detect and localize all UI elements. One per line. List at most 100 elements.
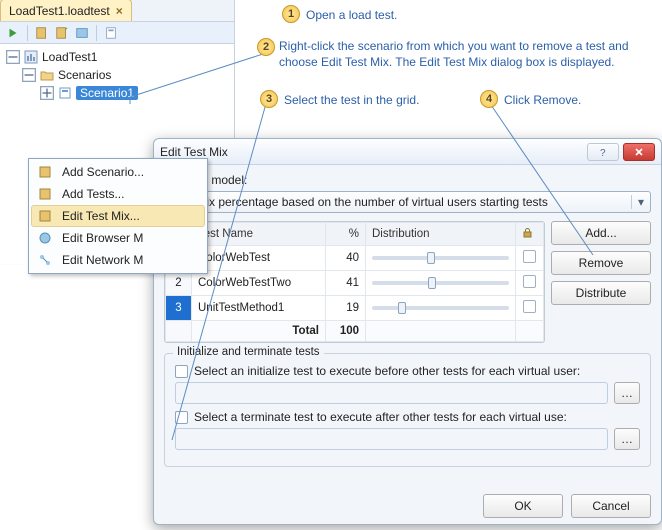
row-lock[interactable] bbox=[516, 246, 544, 271]
loadtest-icon bbox=[24, 50, 38, 64]
close-tab-icon[interactable]: × bbox=[116, 4, 123, 18]
combo-value: Test mix percentage based on the number … bbox=[171, 195, 548, 209]
tests-icon bbox=[36, 187, 54, 201]
group-title: Initialize and terminate tests bbox=[173, 346, 324, 358]
help-button[interactable]: ? bbox=[587, 143, 619, 161]
scenario-icon bbox=[58, 86, 72, 100]
row-test-name[interactable]: ColorWebTest bbox=[192, 246, 326, 271]
test-mix-grid[interactable]: Test Name % Distribution 1ColorWebTest40… bbox=[164, 221, 545, 343]
add-button[interactable]: Add... bbox=[551, 221, 651, 245]
counter-sets-icon[interactable] bbox=[33, 24, 51, 42]
chevron-down-icon: ▾ bbox=[631, 195, 644, 209]
menu-edit-browser-mix[interactable]: Edit Browser M bbox=[31, 227, 205, 249]
annotation-text-4: Click Remove. bbox=[504, 92, 581, 108]
test-mix-model-combo[interactable]: Test mix percentage based on the number … bbox=[164, 191, 651, 213]
menu-edit-test-mix[interactable]: Edit Test Mix... bbox=[31, 205, 205, 227]
tree-scenarios-label: Scenarios bbox=[58, 68, 111, 82]
folder-icon bbox=[40, 68, 54, 82]
annotation-text-1: Open a load test. bbox=[306, 7, 397, 23]
col-test-name[interactable]: Test Name bbox=[192, 223, 326, 246]
annotation-badge-3: 3 bbox=[260, 90, 278, 108]
row-percent[interactable]: 41 bbox=[326, 271, 366, 296]
row-distribution[interactable] bbox=[366, 246, 516, 271]
scenario-context-menu: Add Scenario... Add Tests... Edit Test M… bbox=[28, 158, 208, 274]
row-distribution[interactable] bbox=[366, 271, 516, 296]
menu-label: Edit Browser M bbox=[62, 231, 143, 245]
row-percent[interactable]: 19 bbox=[326, 296, 366, 321]
total-label: Total bbox=[192, 321, 326, 342]
remove-button[interactable]: Remove bbox=[551, 251, 651, 275]
run-icon[interactable] bbox=[4, 24, 22, 42]
row-lock[interactable] bbox=[516, 296, 544, 321]
menu-edit-network-mix[interactable]: Edit Network M bbox=[31, 249, 205, 271]
col-distribution[interactable]: Distribution bbox=[366, 223, 516, 246]
terminate-browse-button[interactable]: … bbox=[614, 428, 640, 450]
dialog-titlebar[interactable]: Edit Test Mix ? bbox=[154, 139, 661, 165]
menu-add-scenario[interactable]: Add Scenario... bbox=[31, 161, 205, 183]
tree-scenario1[interactable]: Scenario1 bbox=[0, 84, 234, 102]
initialize-browse-button[interactable]: … bbox=[614, 382, 640, 404]
document-tab-loadtest[interactable]: LoadTest1.loadtest × bbox=[0, 0, 132, 21]
col-percent[interactable]: % bbox=[326, 223, 366, 246]
tree-scenarios[interactable]: Scenarios bbox=[0, 66, 234, 84]
terminate-test-field[interactable] bbox=[175, 428, 608, 450]
initialize-checkbox[interactable] bbox=[175, 365, 188, 378]
network-mix-icon bbox=[36, 253, 54, 267]
distribute-button[interactable]: Distribute bbox=[551, 281, 651, 305]
edit-test-mix-dialog: Edit Test Mix ? Test mix model: Test mix… bbox=[153, 138, 662, 525]
tree-root-label: LoadTest1 bbox=[42, 50, 97, 64]
row-test-name[interactable]: ColorWebTestTwo bbox=[192, 271, 326, 296]
init-terminate-group: Initialize and terminate tests Select an… bbox=[164, 353, 651, 467]
initialize-label: Select an initialize test to execute bef… bbox=[194, 364, 580, 378]
table-row[interactable]: 1ColorWebTest40 bbox=[166, 246, 544, 271]
load-test-editor: LoadTest1.loadtest × LoadTest1 Scenarios… bbox=[0, 0, 235, 265]
menu-label: Edit Test Mix... bbox=[62, 209, 140, 223]
svg-text:?: ? bbox=[600, 148, 606, 158]
menu-label: Add Tests... bbox=[62, 187, 124, 201]
tree-scenario1-label: Scenario1 bbox=[76, 86, 138, 100]
lock-icon bbox=[522, 227, 533, 238]
tree-root[interactable]: LoadTest1 bbox=[0, 48, 234, 66]
annotation-text-2: Right-click the scenario from which you … bbox=[279, 38, 659, 70]
toolbar-separator bbox=[96, 25, 97, 41]
properties-icon[interactable] bbox=[102, 24, 120, 42]
row-lock[interactable] bbox=[516, 271, 544, 296]
table-row[interactable]: 3UnitTestMethod119 bbox=[166, 296, 544, 321]
menu-label: Edit Network M bbox=[62, 253, 143, 267]
scenario-icon bbox=[36, 165, 54, 179]
annotation-text-3: Select the test in the grid. bbox=[284, 92, 419, 108]
document-tab-strip: LoadTest1.loadtest × bbox=[0, 0, 234, 22]
initialize-test-field[interactable] bbox=[175, 382, 608, 404]
menu-add-tests[interactable]: Add Tests... bbox=[31, 183, 205, 205]
document-tab-label: LoadTest1.loadtest bbox=[9, 4, 110, 18]
row-percent[interactable]: 40 bbox=[326, 246, 366, 271]
test-mix-icon bbox=[36, 209, 54, 223]
collapse-icon[interactable] bbox=[22, 68, 36, 82]
close-button[interactable] bbox=[623, 143, 655, 161]
row-distribution[interactable] bbox=[366, 296, 516, 321]
col-lock[interactable] bbox=[516, 223, 544, 246]
row-index: 2 bbox=[166, 271, 192, 296]
annotation-badge-1: 1 bbox=[282, 5, 300, 23]
grid-button-column: Add... Remove Distribute bbox=[551, 221, 651, 343]
new-scenario-icon[interactable] bbox=[53, 24, 71, 42]
annotation-badge-2: 2 bbox=[257, 38, 275, 56]
collapse-icon[interactable] bbox=[6, 50, 20, 64]
menu-label: Add Scenario... bbox=[62, 165, 144, 179]
table-row[interactable]: 2ColorWebTestTwo41 bbox=[166, 271, 544, 296]
terminate-checkbox[interactable] bbox=[175, 411, 188, 424]
annotation-badge-4: 4 bbox=[480, 90, 498, 108]
browser-mix-icon bbox=[36, 231, 54, 245]
cancel-button[interactable]: Cancel bbox=[571, 494, 651, 518]
row-test-name[interactable]: UnitTestMethod1 bbox=[192, 296, 326, 321]
editor-toolbar bbox=[0, 22, 234, 44]
test-mix-model-label: Test mix model: bbox=[164, 173, 651, 187]
expand-icon[interactable] bbox=[40, 86, 54, 100]
total-value: 100 bbox=[326, 321, 366, 342]
manage-icon[interactable] bbox=[73, 24, 91, 42]
dialog-title: Edit Test Mix bbox=[160, 145, 228, 159]
ok-button[interactable]: OK bbox=[483, 494, 563, 518]
row-index: 3 bbox=[166, 296, 192, 321]
terminate-label: Select a terminate test to execute after… bbox=[194, 410, 567, 424]
toolbar-separator bbox=[27, 25, 28, 41]
